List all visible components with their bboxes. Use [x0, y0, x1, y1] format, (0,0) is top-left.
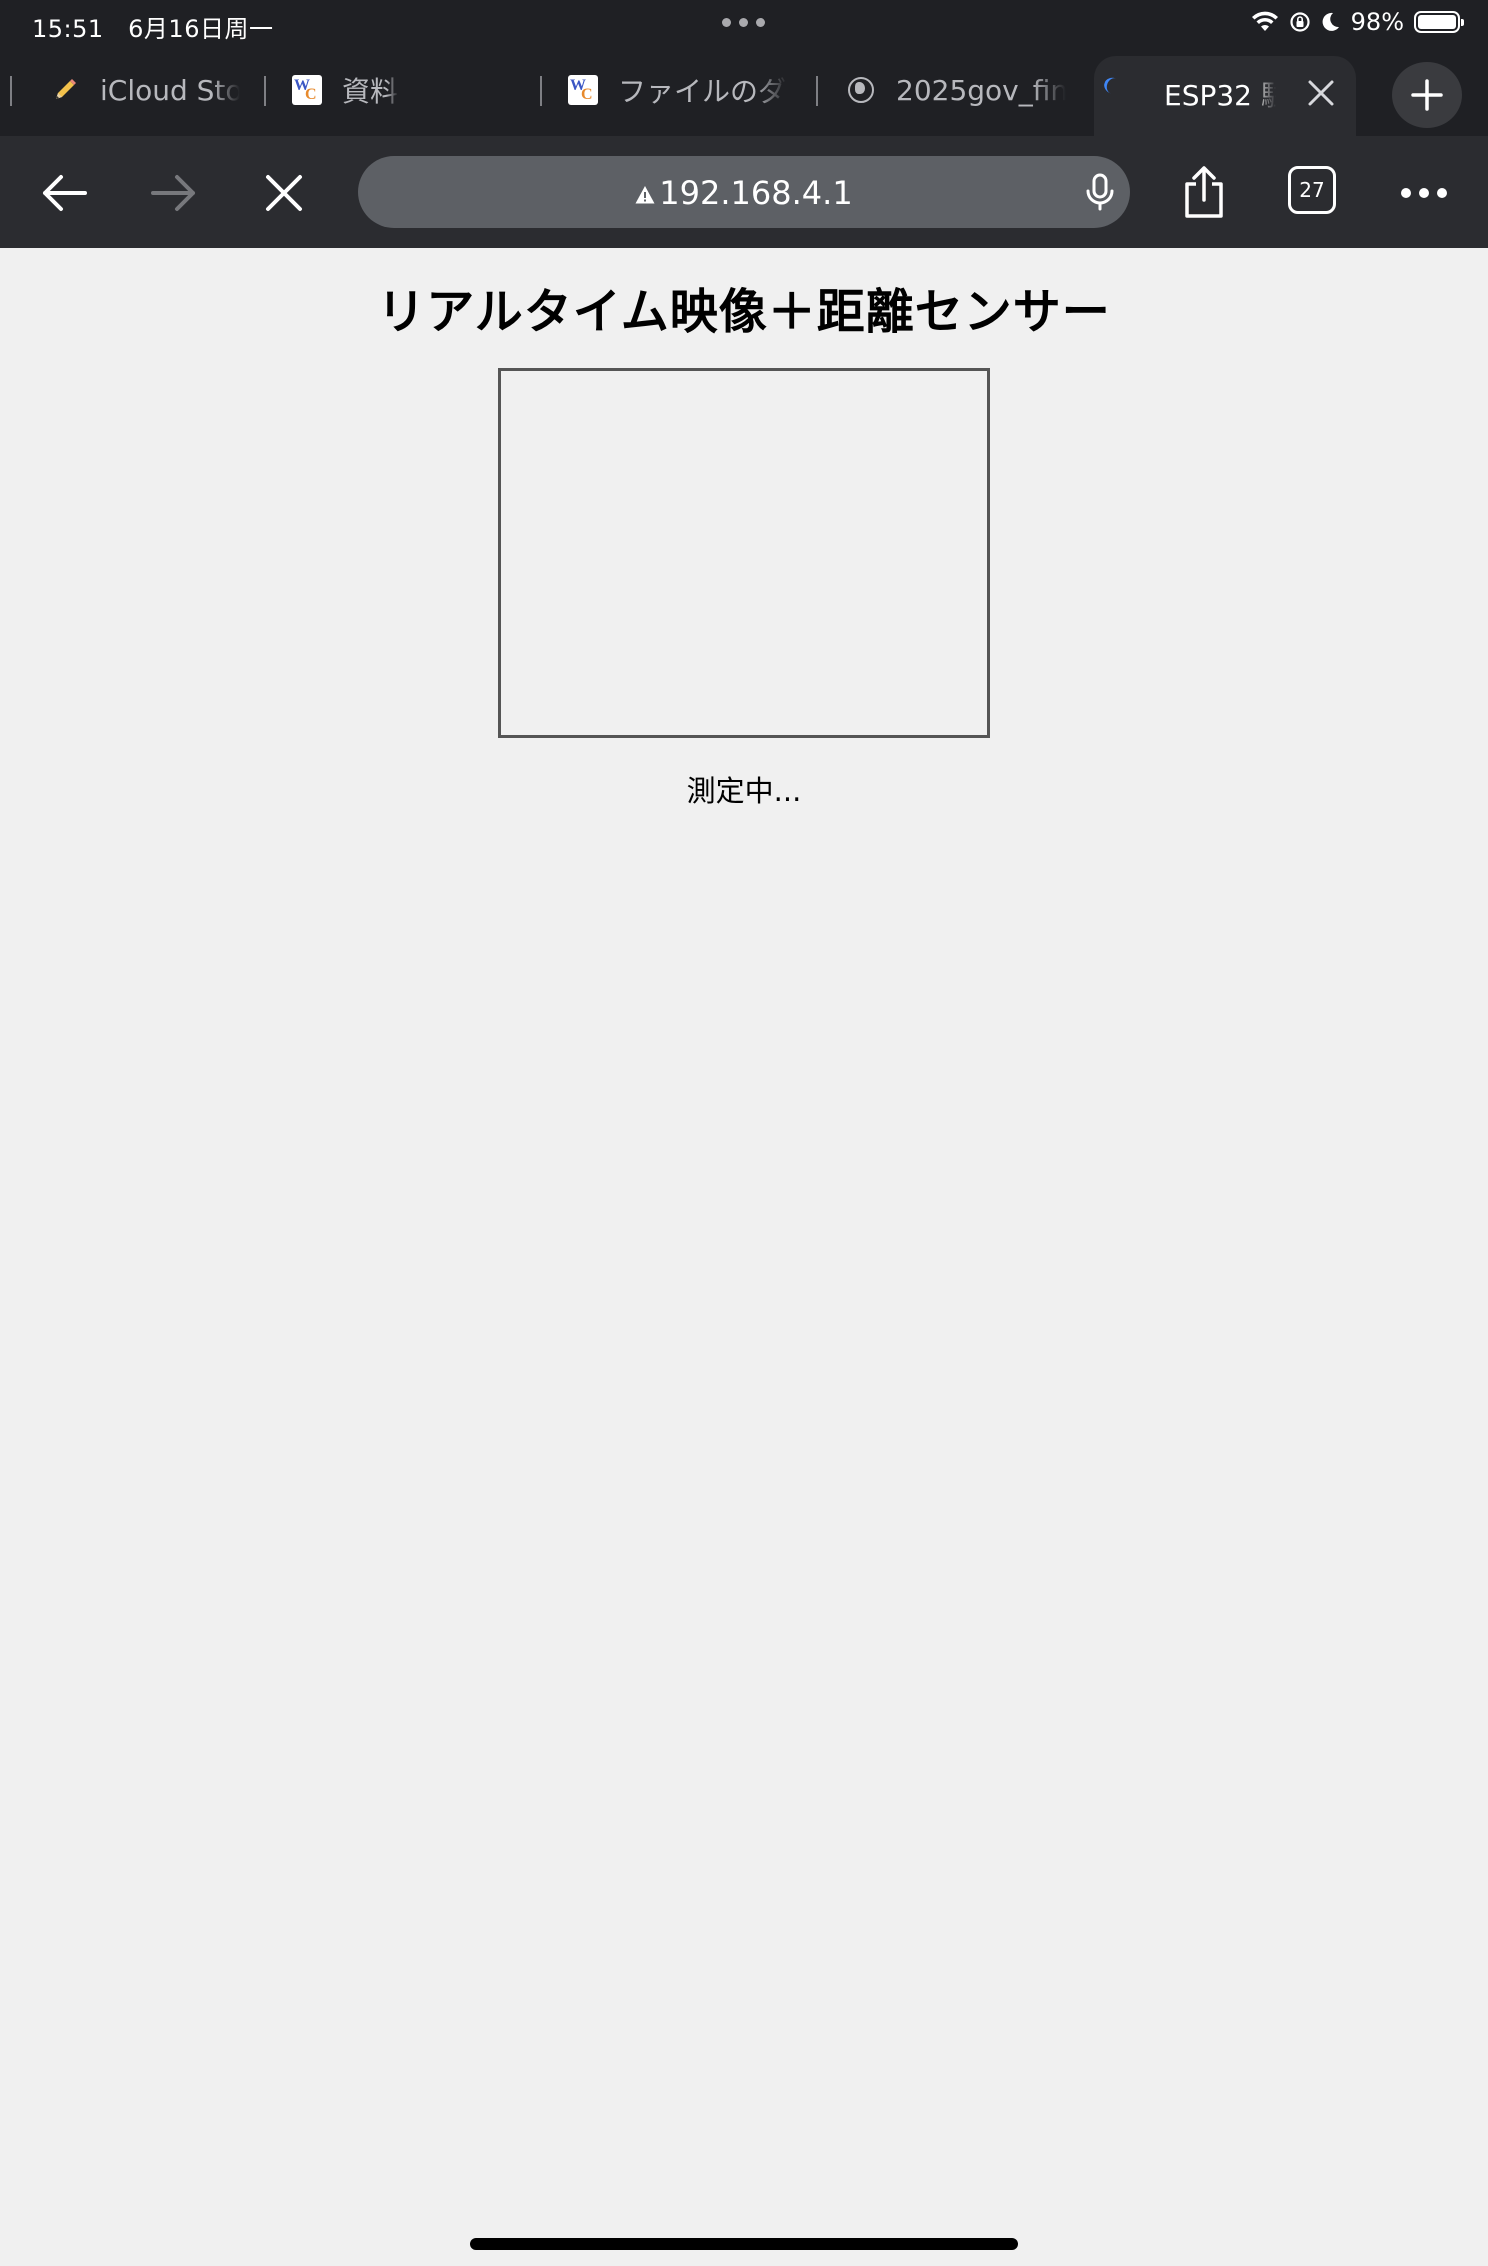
arrow-right-icon — [151, 175, 195, 211]
battery-icon — [1414, 11, 1464, 33]
wc-icon: WC — [292, 75, 322, 105]
stop-loading-button[interactable] — [254, 166, 314, 220]
multitasking-dots-icon[interactable] — [722, 18, 765, 27]
forward-button[interactable] — [144, 166, 204, 220]
loading-spinner-icon — [1101, 75, 1126, 97]
tab-title: iCloud Sto — [100, 73, 240, 107]
tab-switcher-button[interactable]: 27 — [1288, 166, 1336, 214]
page-content: リアルタイム映像＋距離センサー 測定中... — [0, 248, 1488, 2266]
toolbar: 192.168.4.1 27 — [0, 136, 1488, 248]
tab-shiryo[interactable]: WC 資料 — [292, 58, 522, 122]
tab-title: ファイルのダ — [618, 75, 787, 108]
pencil-icon — [50, 75, 80, 105]
tab-title: ESP32 駐 — [1164, 79, 1276, 112]
moon-icon — [1322, 12, 1339, 31]
tab-esp32-active[interactable]: ESP32 駐 — [1094, 56, 1356, 136]
page-title: リアルタイム映像＋距離センサー — [377, 284, 1111, 340]
tab-separator — [540, 76, 542, 106]
wc-icon: WC — [568, 75, 598, 105]
status-indicators: 98% — [1251, 8, 1464, 36]
tab-separator — [10, 76, 12, 106]
tab-title: 2025gov_fin — [896, 73, 1066, 107]
video-stream-frame — [498, 368, 990, 738]
home-indicator[interactable] — [470, 2238, 1018, 2250]
plus-icon — [1411, 79, 1443, 111]
status-bar: 15:51 6月16日周一 98% — [0, 0, 1488, 48]
address-bar[interactable]: 192.168.4.1 — [358, 156, 1130, 228]
more-dots-icon — [1401, 188, 1447, 198]
status-time: 15:51 6月16日周一 — [32, 15, 274, 43]
tab-2025gov[interactable]: 2025gov_fin — [846, 58, 1076, 122]
tab-file[interactable]: WC ファイルのダ — [568, 58, 788, 122]
back-button[interactable] — [34, 166, 94, 220]
wifi-icon — [1251, 11, 1278, 31]
new-tab-button[interactable] — [1392, 62, 1462, 128]
microphone-icon[interactable] — [1080, 172, 1120, 212]
warning-icon — [635, 186, 655, 204]
globe-icon — [846, 75, 876, 105]
rotation-lock-icon — [1290, 12, 1310, 32]
browser-chrome: 15:51 6月16日周一 98% iCloud Sto W C 資料 W C … — [0, 0, 1488, 248]
share-button[interactable] — [1174, 156, 1234, 228]
more-menu-button[interactable] — [1392, 166, 1456, 220]
address-text[interactable]: 192.168.4.1 — [358, 174, 1130, 212]
distance-status-text: 測定中... — [686, 774, 802, 808]
battery-percent: 98% — [1350, 8, 1404, 36]
arrow-left-icon — [43, 175, 87, 211]
tab-close-icon[interactable] — [1306, 78, 1336, 108]
tab-separator — [816, 76, 818, 106]
tab-separator — [264, 76, 266, 106]
tab-title: 資料 — [342, 75, 399, 108]
tab-icloud[interactable]: iCloud Sto — [50, 58, 250, 122]
share-icon — [1185, 166, 1223, 218]
close-icon — [266, 175, 302, 211]
url-text: 192.168.4.1 — [659, 174, 853, 212]
